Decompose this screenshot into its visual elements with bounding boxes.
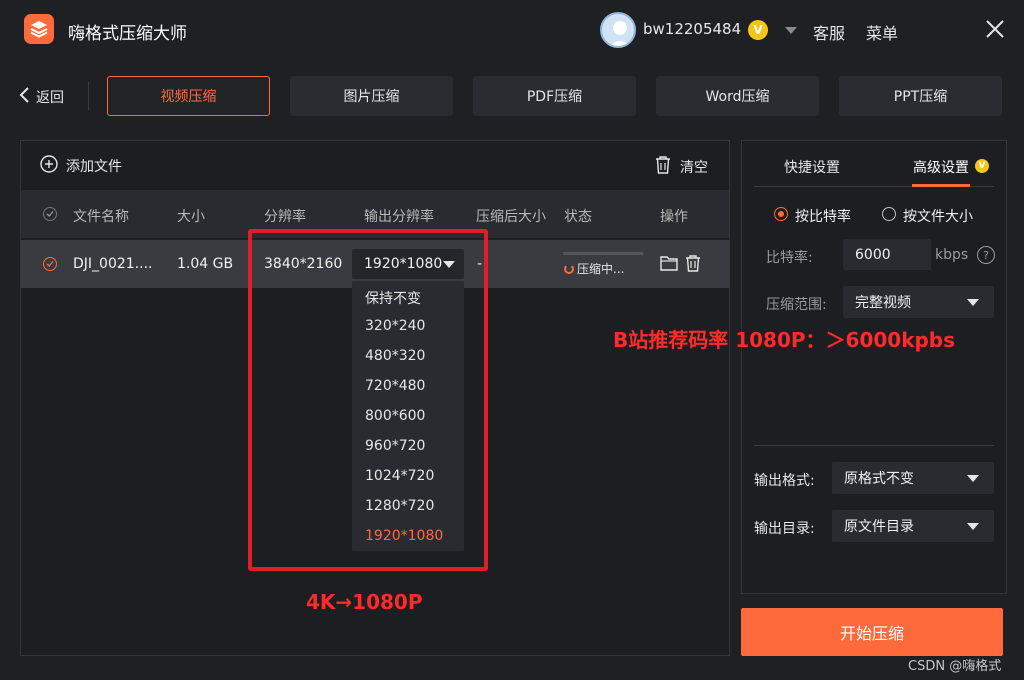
- bitrate-value: 6000: [855, 246, 891, 263]
- annotation-highlight-box: [248, 229, 488, 571]
- bitrate-input[interactable]: 6000: [843, 239, 931, 270]
- row-checkbox[interactable]: [43, 257, 57, 271]
- watermark: CSDN @嗨格式: [908, 659, 1002, 674]
- delete-icon[interactable]: [684, 254, 702, 276]
- range-select[interactable]: 完整视频: [843, 286, 994, 318]
- format-select[interactable]: 原格式不变: [832, 462, 994, 494]
- caret-down-icon: [967, 523, 979, 530]
- select-all-checkbox[interactable]: [43, 207, 57, 221]
- radio-by-bitrate-label: 按比特率: [795, 209, 851, 225]
- tab-word-compress[interactable]: Word压缩: [656, 76, 819, 116]
- tab-quick-settings[interactable]: 快捷设置: [784, 157, 840, 177]
- service-button[interactable]: 客服: [813, 20, 845, 44]
- tab-pdf-compress[interactable]: PDF压缩: [473, 76, 636, 116]
- progress-bar: [563, 252, 643, 255]
- format-value: 原格式不变: [844, 471, 914, 487]
- vip-badge-small: V: [975, 159, 989, 173]
- spinner-icon: [564, 263, 574, 274]
- divider: [88, 82, 89, 110]
- clear-label: 清空: [680, 160, 708, 176]
- trash-icon: [654, 155, 672, 179]
- col-header-actions: 操作: [660, 209, 688, 225]
- col-header-compressed-size: 压缩后大小: [476, 209, 546, 225]
- col-header-size: 大小: [177, 209, 205, 225]
- start-compress-button[interactable]: 开始压缩: [741, 608, 1003, 656]
- dir-label: 输出目录:: [754, 521, 815, 537]
- caret-down-icon: [967, 299, 979, 306]
- add-file-label: 添加文件: [66, 159, 122, 175]
- annotation-bitrate: B站推荐码率 1080P：＞6000kpbs: [613, 328, 956, 352]
- vip-badge: V: [748, 20, 768, 40]
- back-label: 返回: [36, 90, 64, 106]
- col-header-resolution: 分辨率: [264, 209, 306, 225]
- tab-video-compress[interactable]: 视频压缩: [107, 76, 270, 116]
- folder-icon[interactable]: [660, 255, 678, 275]
- clear-button[interactable]: 清空: [654, 155, 708, 179]
- chevron-left-icon: [18, 86, 30, 108]
- file-name: DJI_0021....: [73, 256, 153, 272]
- chevron-down-icon[interactable]: [785, 27, 797, 34]
- dir-value: 原文件目录: [844, 519, 914, 535]
- dir-select[interactable]: 原文件目录: [832, 510, 994, 542]
- range-value: 完整视频: [855, 295, 911, 311]
- add-file-button[interactable]: 添加文件: [40, 155, 122, 177]
- username[interactable]: bw12205484: [643, 20, 741, 38]
- tab-image-compress[interactable]: 图片压缩: [290, 76, 453, 116]
- avatar[interactable]: [600, 12, 636, 48]
- tab-ppt-compress[interactable]: PPT压缩: [839, 76, 1002, 116]
- app-logo-icon: [24, 14, 54, 44]
- file-size: 1.04 GB: [177, 256, 234, 272]
- status: 压缩中...: [564, 260, 624, 277]
- col-header-output-resolution: 输出分辨率: [364, 209, 434, 225]
- menu-button[interactable]: 菜单: [866, 20, 898, 44]
- plus-circle-icon: [40, 155, 58, 177]
- format-label: 输出格式:: [754, 473, 815, 489]
- annotation-resolution: 4K→1080P: [306, 590, 423, 614]
- bitrate-label: 比特率:: [766, 250, 813, 266]
- active-tab-underline: [912, 184, 970, 187]
- col-header-name: 文件名称: [73, 209, 129, 225]
- help-icon[interactable]: ?: [977, 246, 995, 264]
- radio-by-bitrate[interactable]: [774, 207, 788, 221]
- radio-by-filesize[interactable]: [882, 207, 896, 221]
- bitrate-unit: kbps: [935, 247, 969, 263]
- caret-down-icon: [967, 475, 979, 482]
- back-button[interactable]: 返回: [18, 86, 64, 108]
- tab-advanced-settings[interactable]: 高级设置: [913, 157, 969, 177]
- col-header-status: 状态: [564, 209, 592, 225]
- app-title: 嗨格式压缩大师: [68, 24, 187, 44]
- radio-by-filesize-label: 按文件大小: [903, 209, 973, 225]
- range-label: 压缩范围:: [766, 297, 827, 313]
- status-label: 压缩中...: [577, 262, 625, 276]
- close-icon[interactable]: [984, 18, 1006, 40]
- divider: [754, 445, 994, 446]
